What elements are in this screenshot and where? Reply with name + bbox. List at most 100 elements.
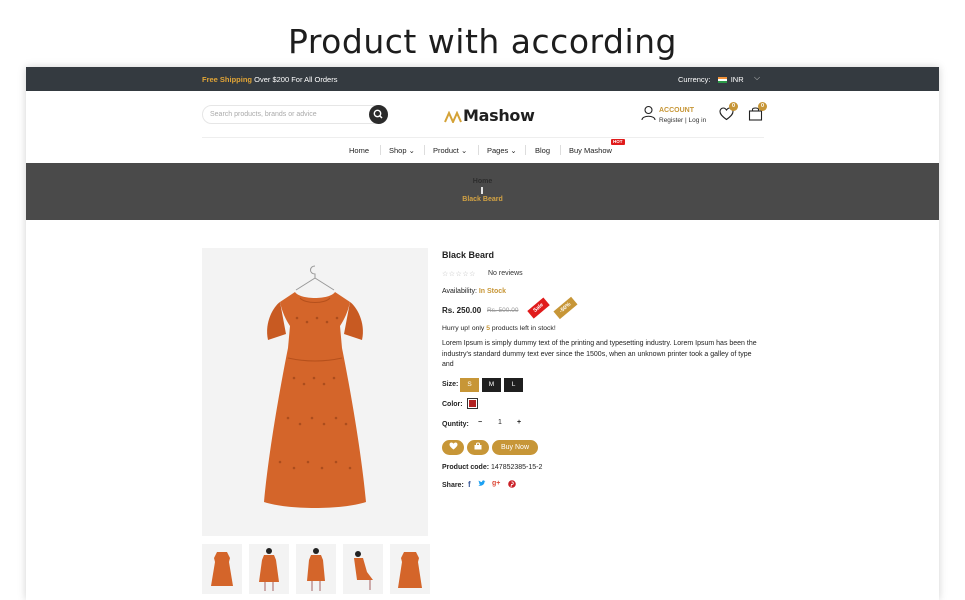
thumbnail-dress-detail-image (398, 552, 422, 588)
product-code-value: 147852385-15-2 (491, 464, 543, 471)
breadcrumb-home[interactable]: Home (26, 178, 939, 185)
availability-value: In Stock (478, 288, 507, 295)
page-heading: Product with according (288, 22, 677, 61)
buy-now-button[interactable]: Buy Now (492, 440, 538, 455)
twitter-icon[interactable] (478, 480, 486, 489)
pinterest-icon[interactable] (508, 480, 516, 490)
facebook-icon[interactable]: f (468, 480, 471, 489)
quantity-stepper: − 1 + (475, 417, 525, 431)
stock-suffix: products left in stock! (491, 325, 556, 332)
india-flag-icon (717, 77, 727, 83)
discount-badge: -50% (553, 296, 578, 320)
breadcrumb-separator (481, 187, 483, 194)
nav-separator (525, 145, 526, 155)
share-label: Share: (442, 482, 464, 489)
nav-separator (560, 145, 561, 155)
product-description: Lorem Ipsum is simply dummy text of the … (442, 340, 757, 368)
search-placeholder: Search products, brands or advice (210, 111, 317, 118)
nav-product[interactable]: Product ⌄ (433, 146, 467, 155)
size-label: Size: (442, 381, 459, 388)
thumbnail[interactable] (343, 544, 383, 594)
reviews-count[interactable]: No reviews (488, 270, 523, 277)
thumbnail-model-seated-image (354, 551, 373, 590)
quantity-label: Quntity: (442, 421, 469, 428)
thumbnail[interactable] (390, 544, 430, 594)
thumbnail[interactable] (296, 544, 336, 594)
search-icon (373, 109, 383, 119)
main-nav: Home Shop ⌄ Product ⌄ Pages ⌄ Blog Buy M… (26, 143, 939, 158)
logo[interactable]: Mashow (444, 106, 535, 125)
stock-prefix: Hurry up! only (442, 325, 485, 332)
hot-badge: HOT (611, 139, 625, 145)
product-code: Product code: 147852385-15-2 (442, 464, 542, 471)
size-option-m[interactable]: M (482, 378, 501, 392)
user-icon (641, 105, 656, 121)
cart-count: 0 (758, 102, 767, 111)
account-label: ACCOUNT (659, 107, 694, 114)
cart-button[interactable]: 0 (748, 102, 767, 126)
size-option-s[interactable]: S (460, 378, 479, 392)
quantity-value[interactable]: 1 (498, 419, 502, 426)
nav-pages-label: Pages (487, 146, 509, 155)
top-bar: Free Shipping Over $200 For All Orders C… (26, 67, 939, 91)
stock-message: Hurry up! only 5 products left in stock! (442, 325, 556, 332)
increase-button[interactable]: + (517, 419, 521, 426)
shopping-bag-icon (474, 442, 482, 450)
currency-label: Currency: (678, 75, 711, 84)
heart-icon (449, 442, 457, 450)
account-links: Register | Log in (659, 117, 707, 124)
nav-separator (424, 145, 425, 155)
availability: Availability: In Stock (442, 288, 506, 295)
thumbnail[interactable] (249, 544, 289, 594)
promo-text: Free Shipping Over $200 For All Orders (202, 75, 337, 84)
size-option-l[interactable]: L (504, 378, 523, 392)
wishlist-count: 0 (729, 102, 738, 111)
old-price: Rs. 500.00 (487, 307, 519, 314)
breadcrumb-current: Black Beard (462, 196, 503, 203)
nav-buy-mashow[interactable]: Buy Mashow (569, 146, 612, 155)
google-plus-icon[interactable]: g+ (492, 480, 500, 487)
nav-shop[interactable]: Shop ⌄ (389, 146, 415, 155)
header-divider (202, 137, 764, 138)
nav-product-label: Product (433, 146, 459, 155)
chevron-down-icon[interactable]: ⌵ (754, 73, 760, 83)
logo-mark-icon (444, 111, 462, 123)
nav-pages[interactable]: Pages ⌄ (487, 146, 517, 155)
current-price: Rs. 250.00 (442, 306, 482, 315)
thumbnail[interactable] (202, 544, 242, 594)
nav-shop-label: Shop (389, 146, 407, 155)
nav-home[interactable]: Home (349, 146, 369, 155)
product-title: Black Beard (442, 250, 495, 260)
nav-separator (380, 145, 381, 155)
account-menu[interactable]: ACCOUNT Register | Log in (641, 105, 706, 126)
search-button[interactable] (369, 105, 388, 124)
product-main-image[interactable] (202, 248, 428, 536)
wishlist-button[interactable]: 0 (719, 102, 738, 126)
dress-image (264, 265, 366, 508)
decrease-button[interactable]: − (478, 419, 482, 426)
wishlist-add-button[interactable] (442, 440, 464, 455)
rating-stars: ☆☆☆☆☆ (442, 271, 476, 278)
thumbnail-model-image (259, 548, 279, 591)
breadcrumb-banner: Home Black Beard (26, 163, 939, 220)
register-link[interactable]: Register (659, 117, 683, 124)
thumbnail-model-back-image (307, 548, 325, 591)
currency-selector[interactable]: Currency: INR (678, 75, 744, 84)
stock-count: 5 (486, 325, 490, 332)
add-to-cart-button[interactable] (467, 440, 489, 455)
promo-highlight: Free Shipping (202, 75, 253, 84)
sale-badge: Sale (527, 297, 551, 319)
store-frame: Free Shipping Over $200 For All Orders C… (26, 67, 939, 600)
search-input[interactable]: Search products, brands or advice (202, 105, 388, 124)
availability-label: Availability: (442, 288, 477, 295)
nav-blog[interactable]: Blog (535, 146, 550, 155)
color-label: Color: (442, 401, 463, 408)
thumbnail-dress-image (211, 552, 233, 586)
color-swatch-red[interactable] (467, 398, 478, 409)
login-link[interactable]: Log in (689, 117, 707, 124)
nav-separator (478, 145, 479, 155)
logo-text: Mashow (463, 106, 535, 125)
currency-value: INR (730, 75, 744, 84)
product-code-label: Product code: (442, 464, 490, 471)
promo-body: Over $200 For All Orders (254, 75, 338, 84)
